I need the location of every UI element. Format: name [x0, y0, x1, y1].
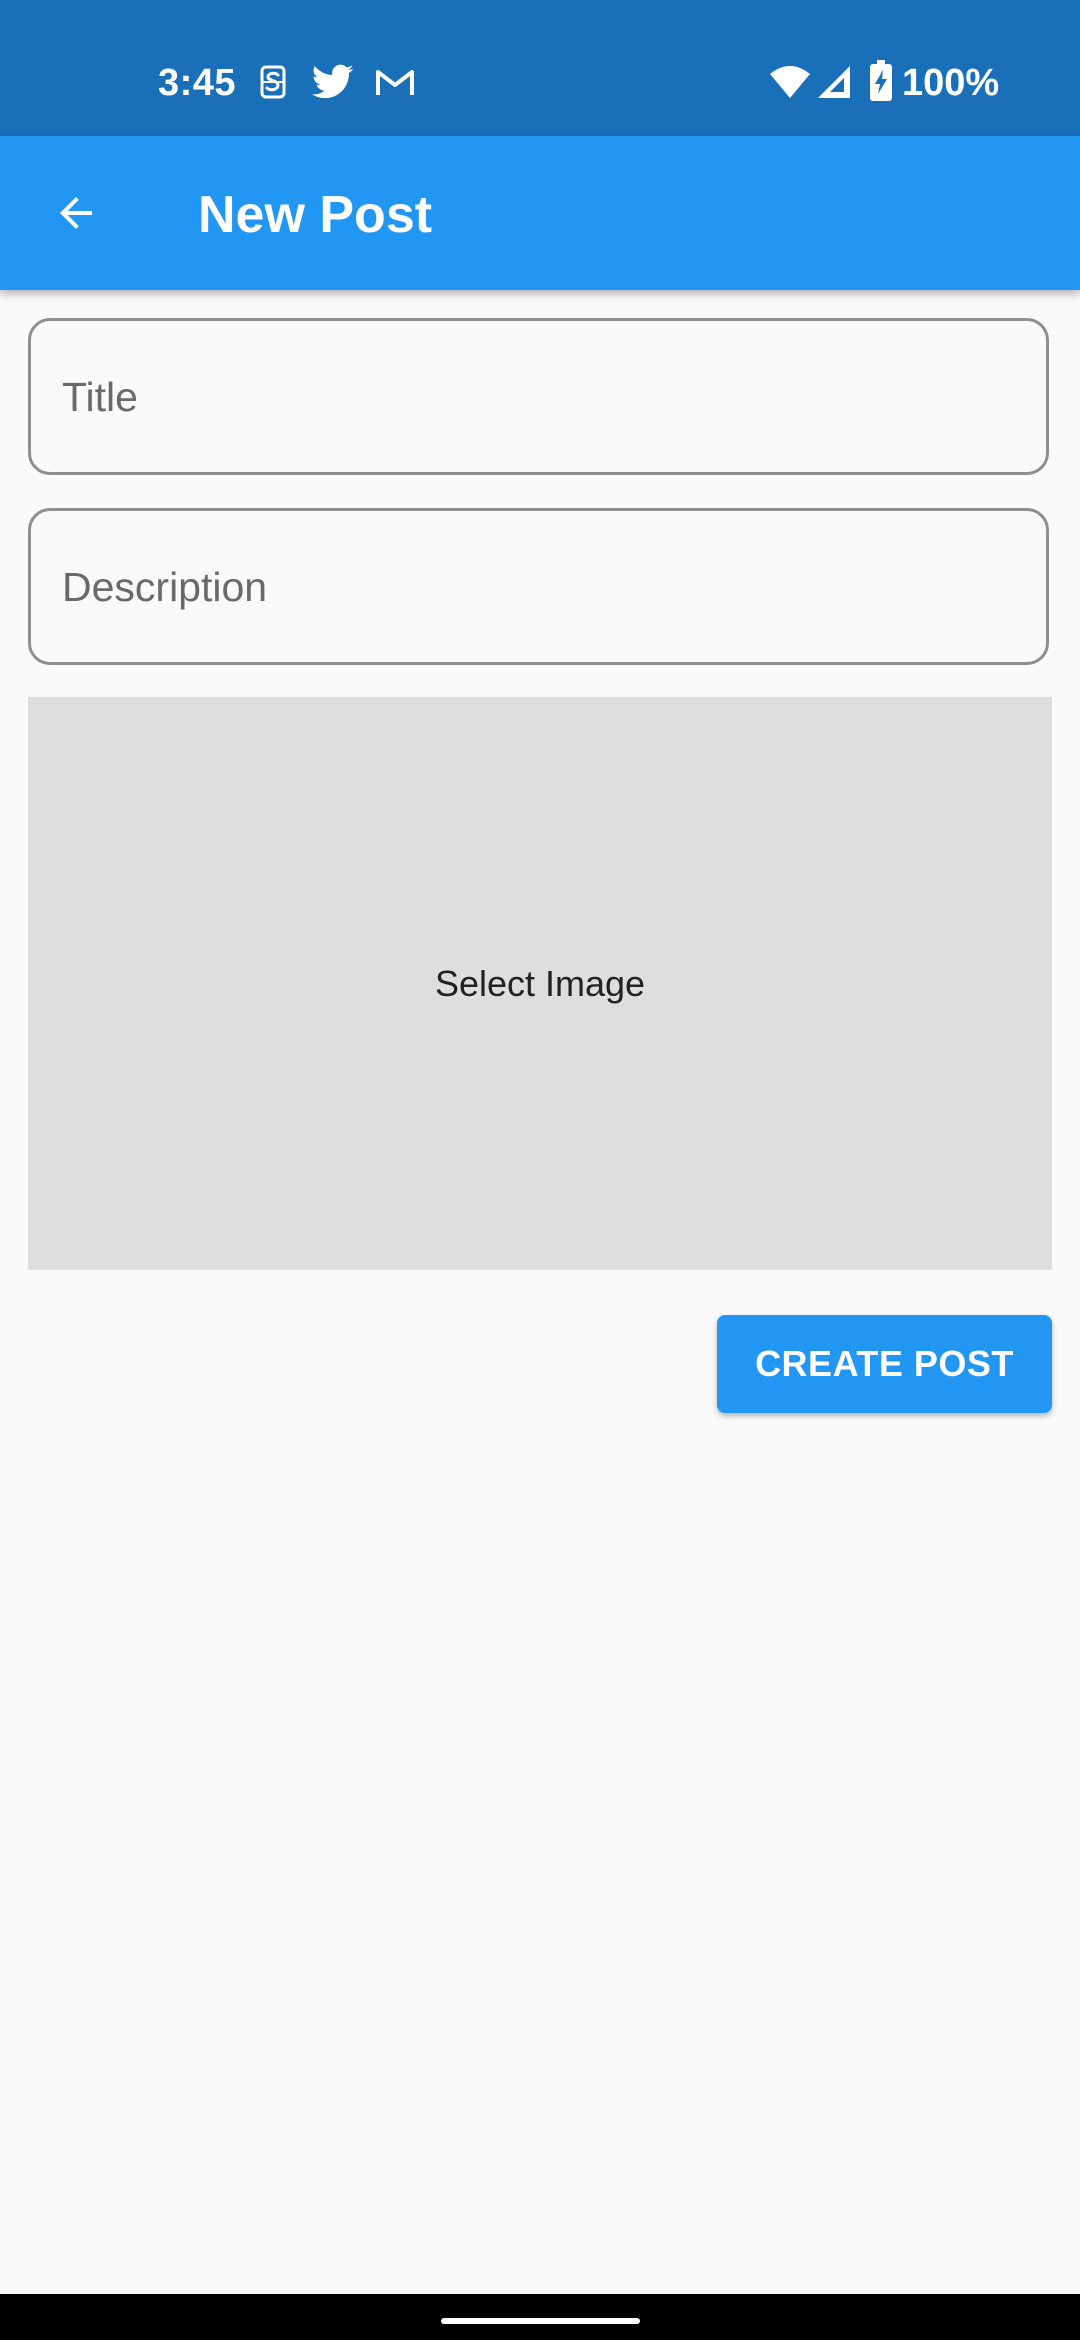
twitter-icon: [312, 64, 354, 99]
battery-charging-icon: [870, 60, 892, 101]
create-post-button-label: CREATE POST: [755, 1343, 1014, 1384]
back-button[interactable]: [36, 165, 116, 261]
s-app-icon: [260, 65, 286, 99]
cellular-signal-icon: [818, 66, 850, 98]
app-bar: [0, 136, 1080, 290]
image-picker-label: Select Image: [434, 962, 646, 1004]
home-indicator[interactable]: [441, 2318, 640, 2324]
wifi-icon: [770, 66, 810, 98]
arrow-back-icon: [60, 197, 92, 229]
title-field[interactable]: Title: [28, 318, 1049, 475]
image-picker[interactable]: Select Image: [28, 697, 1052, 1270]
navigation-bar: [0, 2294, 1080, 2340]
description-field[interactable]: Description: [28, 508, 1049, 665]
status-time: 3:45: [158, 62, 237, 104]
page-title: New Post: [198, 186, 433, 244]
create-post-button[interactable]: CREATE POST: [717, 1315, 1052, 1413]
title-field-placeholder: Title: [62, 374, 138, 420]
description-field-placeholder: Description: [62, 564, 268, 610]
gmail-icon: [376, 70, 414, 95]
battery-percentage: 100%: [902, 62, 1000, 104]
status-bar: 3:45 100%: [0, 0, 1080, 136]
